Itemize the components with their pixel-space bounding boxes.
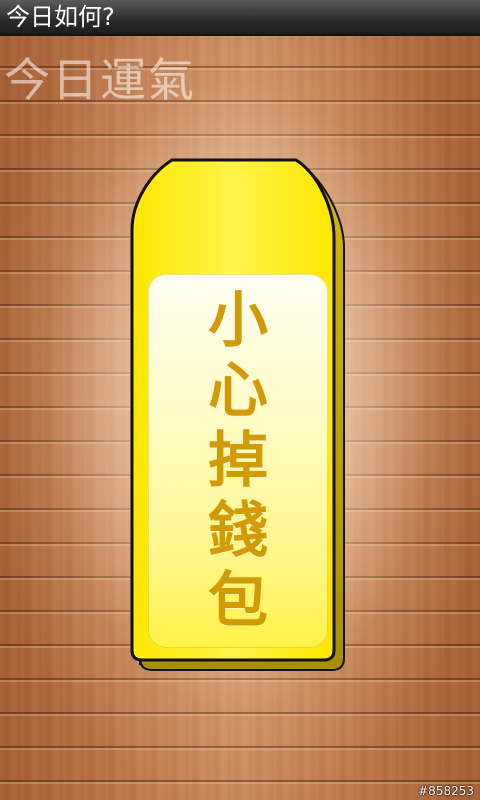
fortune-text: 小 心 掉 錢 包 bbox=[148, 274, 328, 648]
fortune-char: 掉 bbox=[208, 426, 268, 496]
fortune-char: 包 bbox=[208, 566, 268, 636]
header-label: 今日運氣 bbox=[4, 53, 196, 107]
fortune-text-panel: 小 心 掉 錢 包 bbox=[148, 274, 328, 648]
fortune-char: 小 bbox=[208, 286, 268, 356]
fortune-char: 錢 bbox=[208, 496, 268, 566]
watermark-label: #858253 bbox=[418, 784, 474, 798]
fortune-char: 心 bbox=[208, 356, 268, 426]
app-screen: 今日如何? 今日運氣 小 心 掉 錢 包 #858253 bbox=[0, 0, 480, 800]
app-title: 今日如何? bbox=[6, 3, 115, 31]
fortune-card[interactable]: 小 心 掉 錢 包 bbox=[128, 158, 346, 672]
title-bar: 今日如何? bbox=[0, 0, 480, 36]
